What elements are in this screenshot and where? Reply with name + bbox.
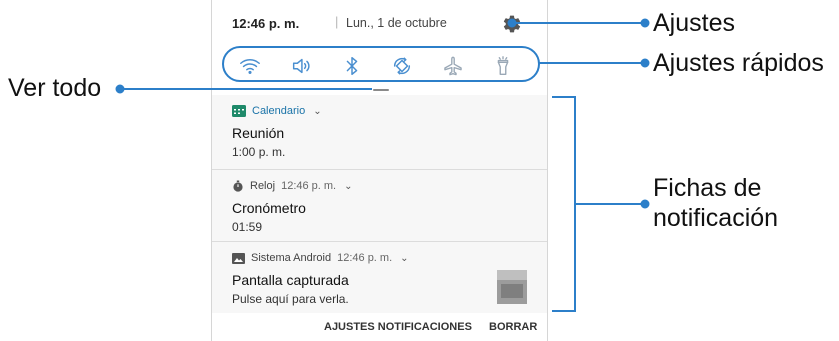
calendar-icon xyxy=(232,105,246,117)
image-icon xyxy=(232,252,245,264)
gear-icon[interactable] xyxy=(502,14,522,34)
notification-subtitle: Pulse aquí para verla. xyxy=(232,292,349,306)
status-header: 12:46 p. m. | Lun., 1 de octubre xyxy=(212,0,547,95)
wifi-icon[interactable] xyxy=(239,55,261,77)
status-separator: | xyxy=(335,14,339,29)
clear-button[interactable]: BORRAR xyxy=(489,321,537,333)
notification-app-row: Calendario ⌄ xyxy=(232,105,322,117)
airplane-icon[interactable] xyxy=(442,55,464,77)
callout-cards-line1: Fichas de xyxy=(653,174,762,202)
notification-title: Cronómetro xyxy=(232,200,306,216)
notification-app-name: Sistema Android xyxy=(251,252,332,264)
callout-quick-settings: Ajustes rápidos xyxy=(653,49,824,77)
notification-app-name: Calendario xyxy=(252,105,306,117)
notification-title: Reunión xyxy=(232,125,285,141)
chevron-down-icon[interactable]: ⌄ xyxy=(344,181,352,192)
status-date: Lun., 1 de octubre xyxy=(346,16,447,30)
screenshot-thumbnail[interactable] xyxy=(497,270,527,304)
chevron-down-icon[interactable]: ⌄ xyxy=(400,253,408,264)
notification-app-row: Reloj 12:46 p. m. ⌄ xyxy=(232,180,353,192)
view-all-handle[interactable] xyxy=(373,89,389,91)
sound-icon[interactable] xyxy=(290,55,312,77)
chevron-down-icon[interactable]: ⌄ xyxy=(313,106,321,117)
notification-app-name: Reloj xyxy=(250,180,276,192)
notification-time: 12:46 p. m. xyxy=(281,180,337,192)
notification-footer: AJUSTES NOTIFICACIONES BORRAR xyxy=(212,313,547,341)
auto-rotate-icon[interactable] xyxy=(391,55,413,77)
quick-settings-bar xyxy=(222,46,540,82)
stopwatch-icon xyxy=(233,180,243,192)
status-time: 12:46 p. m. xyxy=(232,16,300,31)
notification-app-row: Sistema Android 12:46 p. m. ⌄ xyxy=(232,252,409,264)
notification-settings-button[interactable]: AJUSTES NOTIFICACIONES xyxy=(324,321,472,333)
notification-card[interactable]: Sistema Android 12:46 p. m. ⌄ Pantalla c… xyxy=(212,242,547,313)
notification-panel: 12:46 p. m. | Lun., 1 de octubre Calenda… xyxy=(211,0,548,341)
notification-time: 12:46 p. m. xyxy=(337,252,393,264)
notification-title: Pantalla capturada xyxy=(232,272,349,288)
notification-subtitle: 01:59 xyxy=(232,220,263,234)
flashlight-icon[interactable] xyxy=(492,55,514,77)
notification-subtitle: 1:00 p. m. xyxy=(232,145,286,159)
callout-view-all: Ver todo xyxy=(8,74,102,102)
callout-cards-line2: notificación xyxy=(653,204,779,232)
bluetooth-icon[interactable] xyxy=(341,55,363,77)
callout-settings: Ajustes xyxy=(653,9,735,37)
notification-card[interactable]: Calendario ⌄ Reunión 1:00 p. m. xyxy=(212,95,547,169)
notification-card[interactable]: Reloj 12:46 p. m. ⌄ Cronómetro 01:59 xyxy=(212,170,547,241)
